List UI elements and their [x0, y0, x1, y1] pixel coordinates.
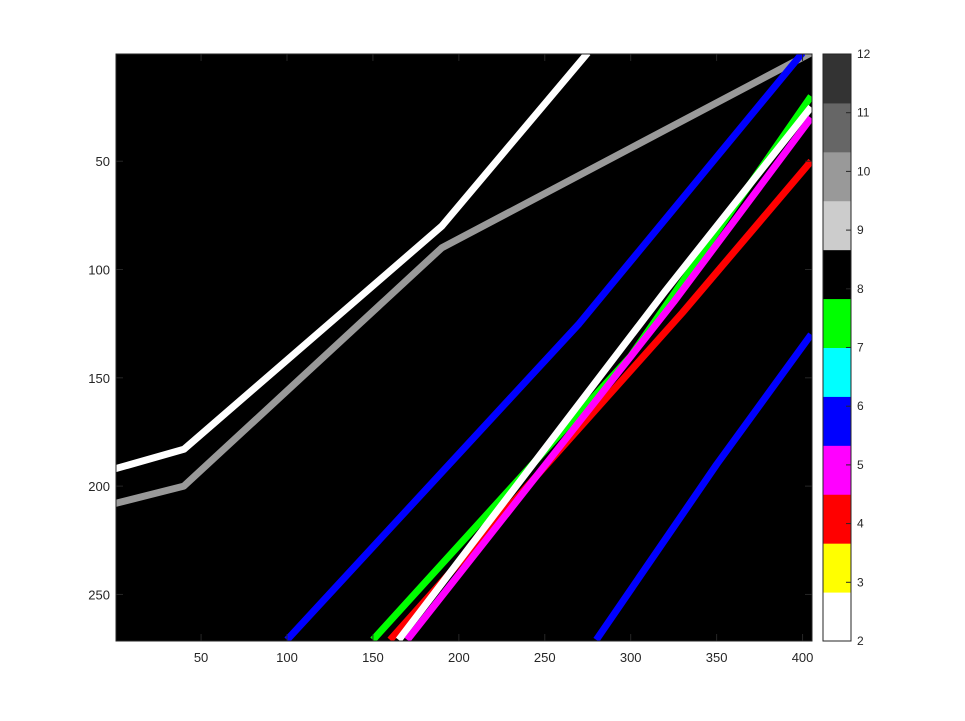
colorbar-tick-label: 10	[857, 164, 871, 178]
x-tick-label: 150	[362, 650, 384, 665]
colorbar-swatch	[823, 200, 851, 251]
x-tick-label: 300	[620, 650, 642, 665]
colorbar-swatch	[823, 347, 851, 397]
colorbar-tick-label: 3	[857, 575, 864, 589]
colorbar-tick-label: 4	[857, 517, 864, 531]
x-tick-label: 100	[276, 650, 298, 665]
colorbar-tick-label: 8	[857, 282, 864, 296]
colorbar-tick-label: 5	[857, 458, 864, 472]
x-tick-label: 400	[792, 650, 814, 665]
colorbar-swatch	[823, 151, 851, 202]
colorbar-swatch	[823, 54, 851, 104]
x-tick-label: 50	[194, 650, 208, 665]
colorbar-tick-label: 11	[857, 106, 870, 120]
x-tick-label: 350	[706, 650, 728, 665]
colorbar-tick-label: 2	[857, 634, 864, 648]
colorbar-swatch	[823, 249, 851, 300]
y-tick-label: 100	[88, 263, 110, 278]
y-tick-label: 50	[96, 154, 110, 169]
colorbar-swatch	[823, 396, 851, 446]
colorbar-swatch	[823, 543, 851, 593]
colorbar-swatch	[823, 102, 851, 153]
y-tick-label: 250	[88, 587, 110, 602]
colorbar-swatch	[823, 298, 851, 348]
y-tick-label: 150	[88, 371, 110, 386]
heatmap-figure: 50 100 150 200 250 300 350 400 50 100 150 200 250 2…	[0, 0, 965, 721]
x-tick-label: 250	[534, 650, 556, 665]
colorbar-swatch	[823, 494, 851, 544]
x-tick-label: 200	[448, 650, 470, 665]
colorbar-tick-label: 7	[857, 341, 864, 355]
colorbar-tick-label: 12	[857, 47, 871, 61]
colorbar-swatch	[823, 592, 851, 642]
colorbar-swatch	[823, 445, 851, 495]
colorbar-tick-label: 6	[857, 399, 864, 413]
y-tick-label: 200	[88, 479, 110, 494]
plot-area	[115, 53, 813, 642]
colorbar-tick-label: 9	[857, 223, 864, 237]
